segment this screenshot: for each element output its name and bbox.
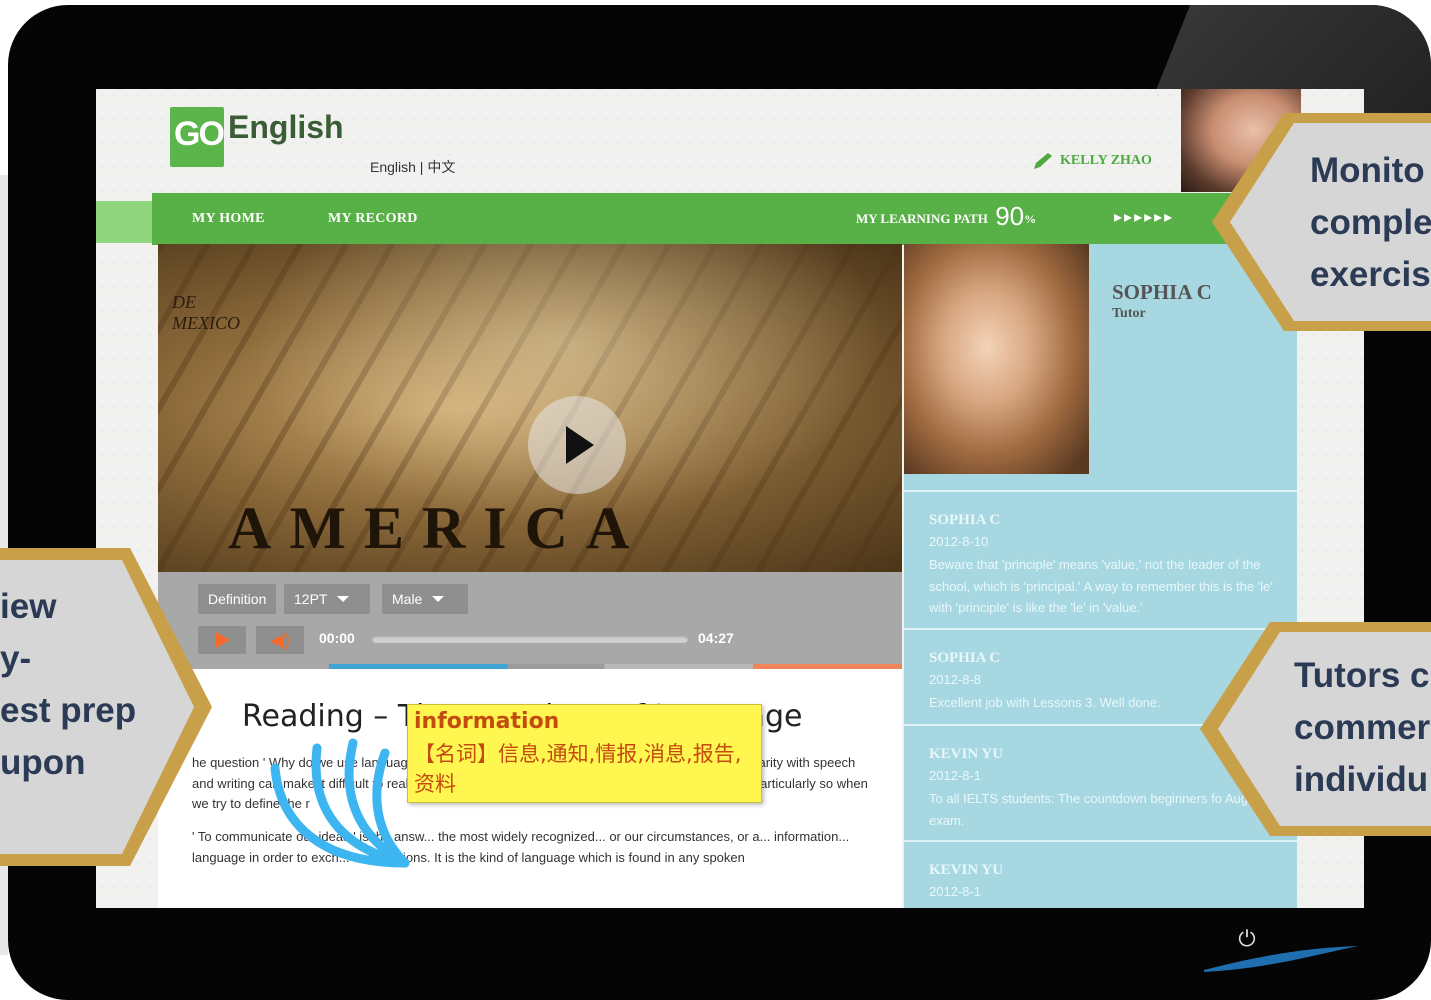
definition-label: Definition: [208, 591, 267, 607]
voice-select[interactable]: Male: [382, 584, 468, 614]
volume-button[interactable]: ◀): [256, 626, 304, 654]
callout-tutors: Tutors c commer individu: [1200, 622, 1431, 836]
popup-word: information: [414, 709, 560, 734]
callout-left: iew y- est prep upon: [0, 548, 212, 866]
globe-map-text: AMERICA: [228, 495, 648, 561]
main-nav: MY HOME MY RECORD MY LEARNING PATH 90% ▸…: [152, 193, 1237, 245]
player-controls: Definition 12PT Male ◀) 00:00 04:27: [158, 572, 902, 664]
dictionary-popup: information 【名词】信息,通知,情报,消息,报告,资料: [407, 704, 762, 803]
callout-left-text: iew y- est prep upon: [0, 581, 136, 789]
learning-path-unit: %: [1024, 212, 1037, 226]
nav-my-record[interactable]: MY RECORD: [328, 211, 418, 227]
comment-text: Beware that 'principle' means 'value,' n…: [929, 557, 1273, 615]
callout-line: commer: [1294, 708, 1431, 747]
caret-down-icon: [337, 596, 350, 602]
callout-line: comple: [1310, 203, 1431, 242]
tutor-photo: [904, 244, 1089, 474]
font-size-select[interactable]: 12PT: [284, 584, 370, 614]
callout-line: upon: [0, 743, 86, 782]
learning-path-progress[interactable]: MY LEARNING PATH 90%: [856, 201, 1036, 232]
video-play-button[interactable]: [528, 396, 626, 494]
comment-date: 2012-8-1: [929, 768, 982, 783]
voice-value: Male: [392, 591, 423, 607]
caret-down-icon: [432, 596, 445, 602]
comment-date: 2012-8-10: [929, 534, 989, 549]
callout-line: Tutors c: [1294, 656, 1430, 695]
touch-waves-icon: [270, 738, 410, 868]
play-icon: [216, 632, 230, 648]
user-name: KELLY ZHAO: [1060, 153, 1152, 168]
nav-accent: [96, 201, 154, 243]
play-icon: [566, 426, 594, 464]
logo-go-text: GO: [174, 115, 225, 153]
volume-icon: ◀): [270, 630, 290, 650]
language-switch[interactable]: English | 中文: [370, 157, 455, 177]
globe-map-label: DE MEXICO: [172, 292, 240, 333]
video-player[interactable]: DE MEXICO AMERICA: [158, 244, 902, 572]
tutor-role: Tutor: [1112, 306, 1146, 321]
audio-progress-bar[interactable]: [372, 636, 688, 643]
logo-english-text: English: [228, 109, 344, 145]
learning-path-arrows: ▸▸▸▸▸▸: [1114, 209, 1175, 226]
learning-path-value: 90: [995, 201, 1025, 231]
comment-item[interactable]: SOPHIA C 2012-8-10 Beware that 'principl…: [904, 490, 1297, 628]
comment-date: 2012-8-8: [929, 672, 982, 687]
font-size-value: 12PT: [294, 591, 328, 607]
comment-date: 2012-8-1: [929, 884, 982, 899]
callout-tutors-text: Tutors c commer individu: [1294, 650, 1430, 806]
tablet-swoosh: [1204, 946, 1358, 972]
callout-line: Monito: [1310, 151, 1425, 190]
comment-item[interactable]: KEVIN YU 2012-8-1: [904, 840, 1297, 908]
callout-line: iew: [0, 587, 57, 626]
callout-line: individu: [1294, 760, 1429, 799]
popup-definition: 【名词】信息,通知,情报,消息,报告,资料: [414, 742, 742, 796]
callout-monitor-text: Monito comple exercis: [1310, 145, 1431, 301]
tutor-name: SOPHIA C: [1112, 280, 1212, 304]
nav-my-home[interactable]: MY HOME: [192, 211, 265, 227]
comment-author: KEVIN YU: [929, 746, 1004, 762]
comment-author: KEVIN YU: [929, 862, 1004, 878]
callout-line: est prep: [0, 691, 137, 730]
callout-monitor: Monito comple exercis: [1212, 113, 1431, 331]
comment-author: SOPHIA C: [929, 650, 1001, 666]
callout-line: exercis: [1310, 255, 1431, 294]
current-time: 00:00: [319, 630, 355, 646]
go-english-logo[interactable]: GO English: [170, 103, 350, 173]
duration: 04:27: [698, 630, 734, 646]
callout-line: y-: [0, 639, 32, 678]
learning-path-label: MY LEARNING PATH: [856, 211, 988, 226]
pencil-icon: [1034, 153, 1052, 169]
comment-author: SOPHIA C: [929, 512, 1001, 528]
user-profile-link[interactable]: KELLY ZHAO: [1032, 151, 1152, 171]
